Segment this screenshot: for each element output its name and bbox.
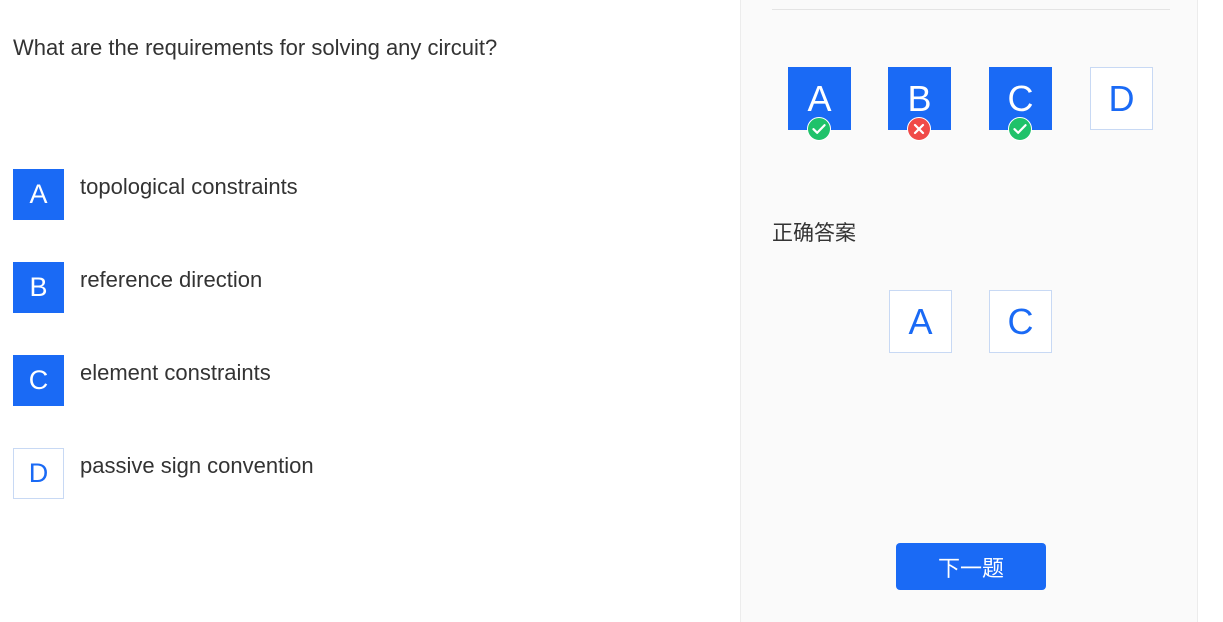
option-b[interactable]: B reference direction [13,262,713,314]
option-letter: B [13,262,64,313]
option-text: reference direction [80,267,263,292]
check-circle-icon [1008,117,1032,141]
answer-box-b[interactable]: B [888,67,951,141]
x-circle-icon [907,117,931,141]
answer-box-a[interactable]: A [788,67,851,141]
answer-panel: A B C D 正确答案 A C 下一题 [740,0,1198,622]
answer-letter: C [1007,77,1034,119]
answer-letter: B [907,77,932,119]
answer-letter: D [1108,77,1135,119]
option-text: topological constraints [80,174,298,199]
option-d[interactable]: D passive sign convention [13,448,713,500]
option-letter: C [13,355,64,406]
option-text: passive sign convention [80,453,314,478]
option-c[interactable]: C element constraints [13,355,713,407]
next-question-button[interactable]: 下一题 [896,543,1046,590]
question-text: What are the requirements for solving an… [13,35,498,60]
option-a[interactable]: A topological constraints [13,169,713,221]
answer-box-d[interactable]: D [1090,67,1153,130]
option-text: element constraints [80,360,271,385]
answer-box-c[interactable]: C [989,67,1052,141]
question-area: What are the requirements for solving an… [0,0,740,622]
correct-answer-a: A [889,290,952,353]
option-letter: A [13,169,64,220]
answer-letter: A [807,77,832,119]
check-circle-icon [807,117,831,141]
correct-answer-label: 正确答案 [772,222,856,245]
option-letter: D [13,448,64,499]
divider [772,9,1170,10]
correct-answer-c: C [989,290,1052,353]
